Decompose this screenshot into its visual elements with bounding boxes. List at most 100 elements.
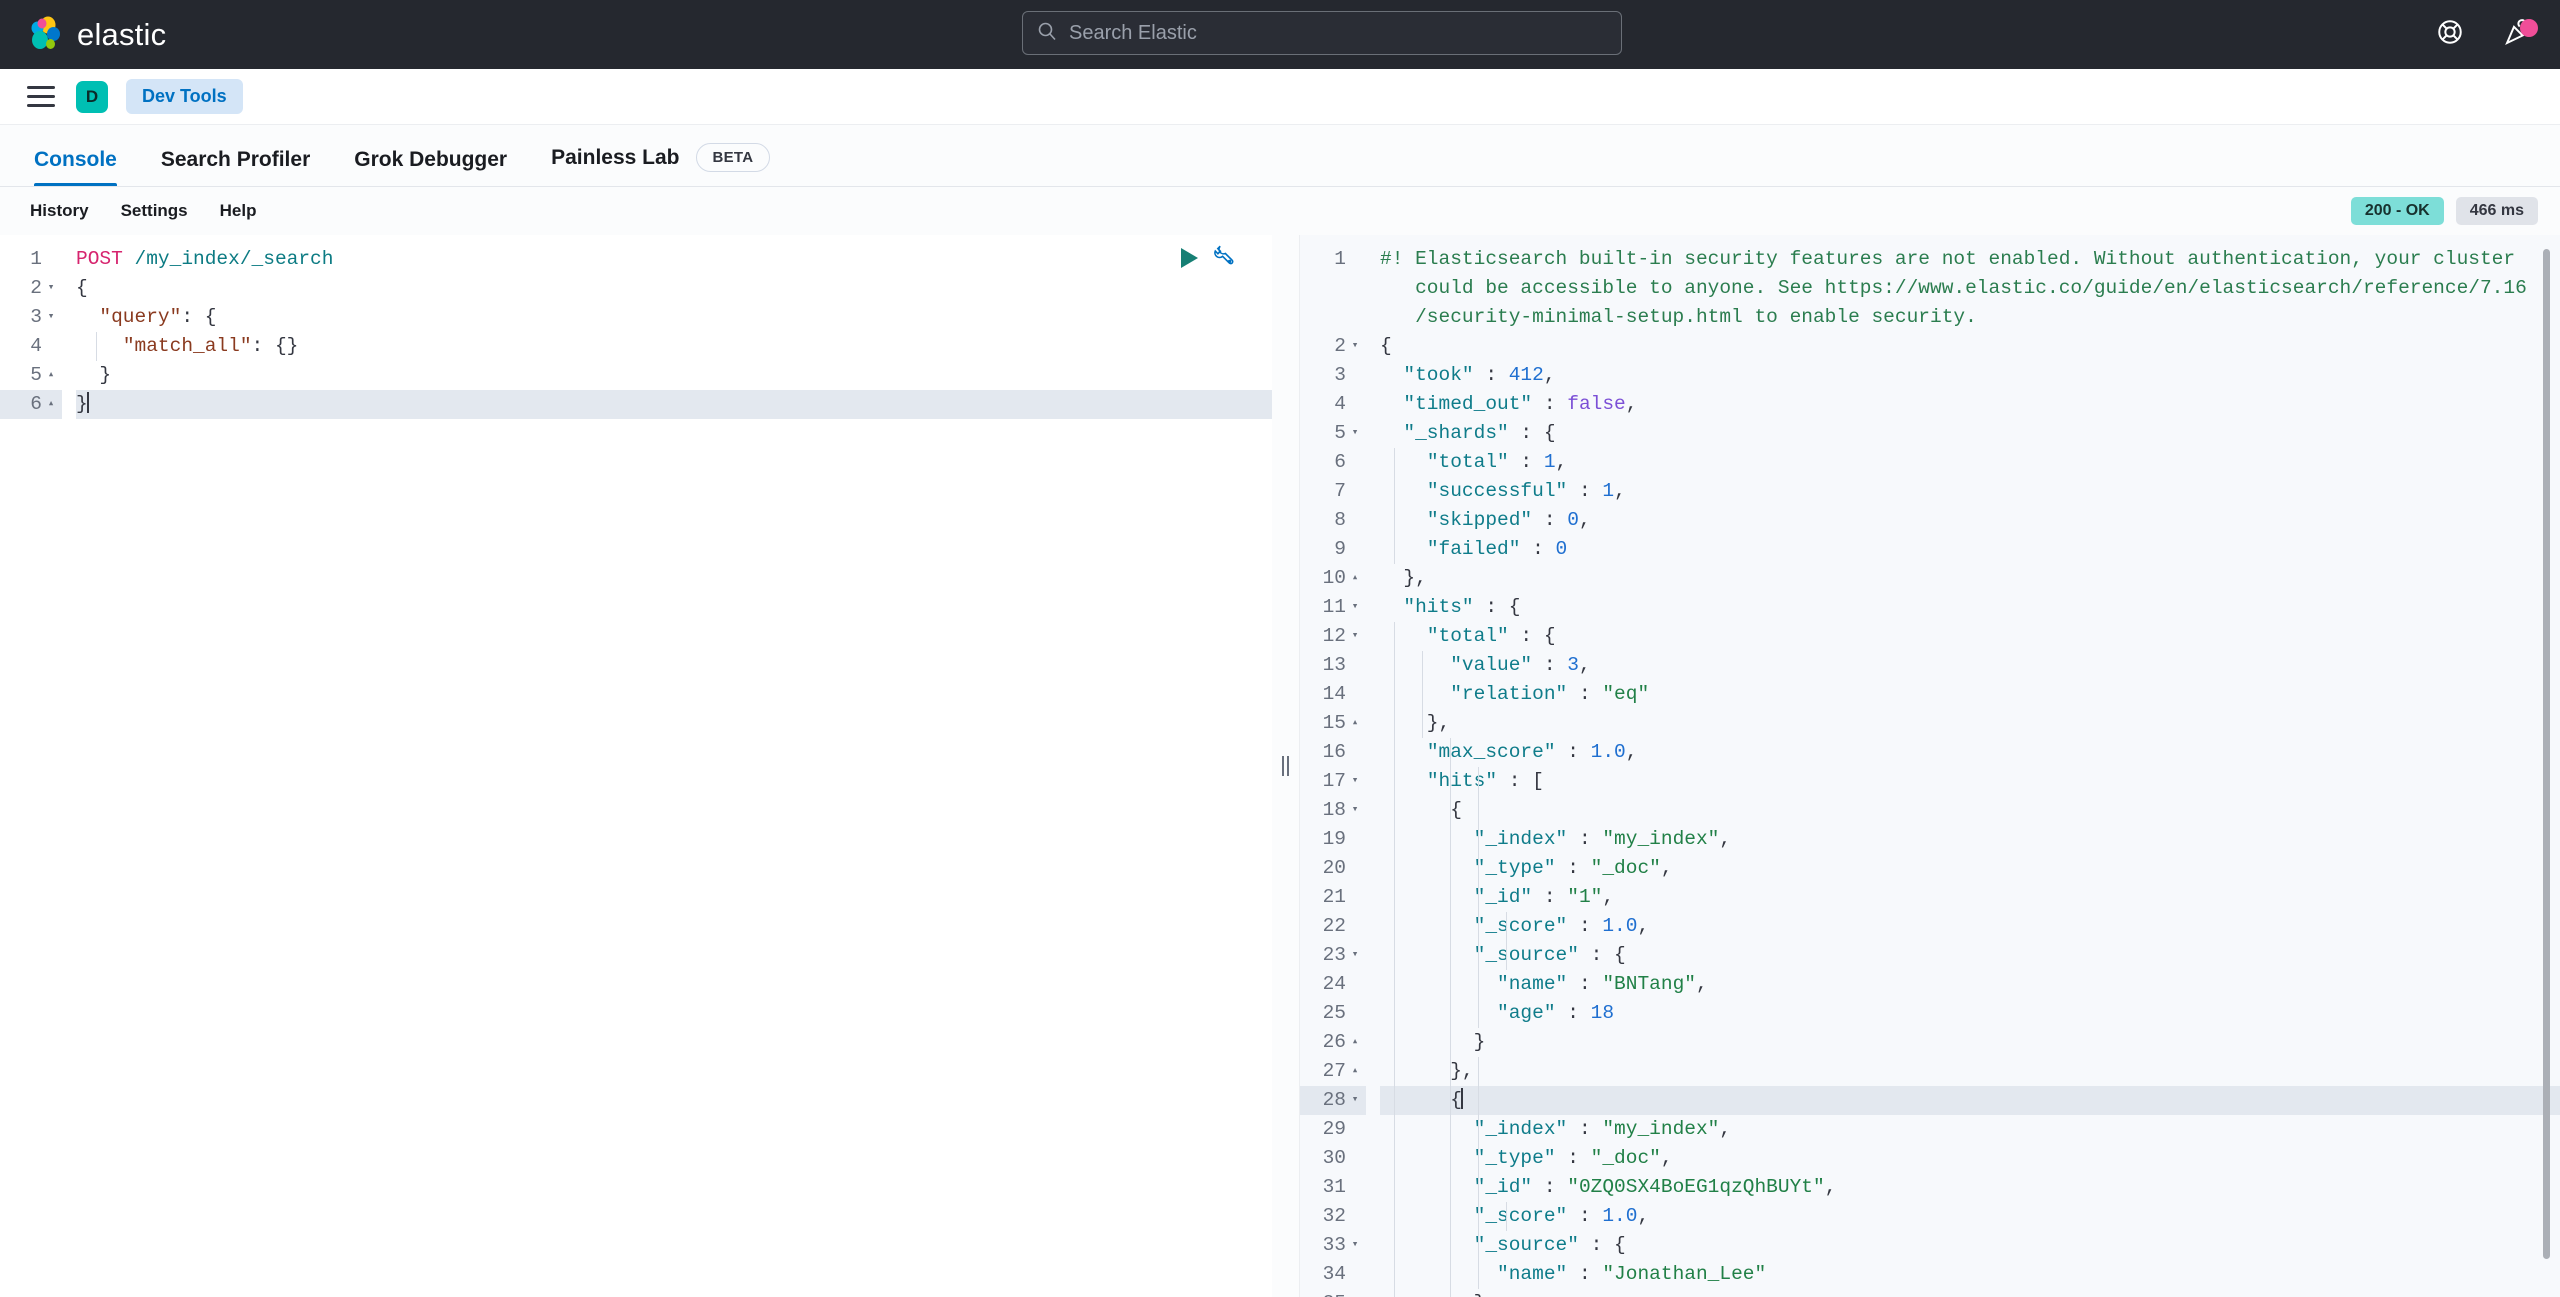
fold-toggle-icon[interactable]: ▴ xyxy=(1348,1028,1362,1057)
code-line[interactable]: } xyxy=(1380,1028,2560,1057)
code-line[interactable]: "_score" : 1.0, xyxy=(1380,912,2560,941)
code-line[interactable]: "name" : "BNTang", xyxy=(1380,970,2560,999)
code-line[interactable]: "relation" : "eq" xyxy=(1380,680,2560,709)
play-run-icon[interactable] xyxy=(1181,247,1198,268)
tab-search-profiler[interactable]: Search Profiler xyxy=(139,148,332,186)
code-line[interactable]: "timed_out" : false, xyxy=(1380,390,2560,419)
code-line[interactable]: "_score" : 1.0, xyxy=(1380,1202,2560,1231)
code-line[interactable]: "total" : 1, xyxy=(1380,448,2560,477)
fold-toggle-icon[interactable]: ▾ xyxy=(44,303,58,332)
fold-toggle-icon[interactable] xyxy=(1348,390,1362,419)
fold-toggle-icon[interactable] xyxy=(1348,1115,1362,1144)
code-line[interactable]: "_index" : "my_index", xyxy=(1380,825,2560,854)
response-code[interactable]: #! Elasticsearch built-in security featu… xyxy=(1366,235,2560,1297)
fold-toggle-icon[interactable]: ▾ xyxy=(1348,419,1362,448)
code-line[interactable]: "failed" : 0 xyxy=(1380,535,2560,564)
code-line[interactable]: "hits" : [ xyxy=(1380,767,2560,796)
space-avatar[interactable]: D xyxy=(76,80,108,113)
code-line[interactable]: } xyxy=(76,361,1272,390)
fold-toggle-icon[interactable]: ▾ xyxy=(1348,796,1362,825)
fold-toggle-icon[interactable]: ▾ xyxy=(1348,593,1362,622)
fold-toggle-icon[interactable] xyxy=(1348,680,1362,709)
code-line[interactable]: "query": { xyxy=(76,303,1272,332)
fold-toggle-icon[interactable] xyxy=(1348,1144,1362,1173)
code-line[interactable]: { xyxy=(76,274,1272,303)
code-line[interactable]: "total" : { xyxy=(1380,622,2560,651)
fold-toggle-icon[interactable] xyxy=(1348,361,1362,390)
fold-toggle-icon[interactable] xyxy=(1348,883,1362,912)
fold-toggle-icon[interactable]: ▴ xyxy=(44,390,58,419)
fold-toggle-icon[interactable] xyxy=(44,245,58,274)
fold-toggle-icon[interactable]: ▴ xyxy=(1348,709,1362,738)
code-line[interactable]: "_id" : "1", xyxy=(1380,883,2560,912)
global-search-box[interactable] xyxy=(1022,11,1622,55)
pane-resize-handle[interactable] xyxy=(1272,235,1300,1297)
help-button-console[interactable]: Help xyxy=(204,201,273,221)
code-line[interactable]: { xyxy=(1380,1086,2560,1115)
fold-toggle-icon[interactable] xyxy=(1348,970,1362,999)
code-line[interactable]: "_id" : "0ZQ0SX4BoEG1qzQhBUYt", xyxy=(1380,1173,2560,1202)
code-line[interactable]: "_index" : "my_index", xyxy=(1380,1115,2560,1144)
fold-toggle-icon[interactable] xyxy=(1348,738,1362,767)
response-scrollbar[interactable] xyxy=(2543,249,2550,1259)
code-line[interactable]: { xyxy=(1380,796,2560,825)
code-line[interactable]: "_type" : "_doc", xyxy=(1380,1144,2560,1173)
code-line[interactable]: }, xyxy=(1380,1057,2560,1086)
search-input[interactable] xyxy=(1069,21,1607,45)
code-line[interactable]: "value" : 3, xyxy=(1380,651,2560,680)
fold-toggle-icon[interactable] xyxy=(1348,825,1362,854)
code-line[interactable]: } xyxy=(76,390,1272,419)
fold-toggle-icon[interactable] xyxy=(1348,535,1362,564)
tab-console[interactable]: Console xyxy=(12,148,139,186)
response-editor[interactable]: 1 2 ▾ 3 4 5 ▾ 6 7 8 9 10 ▴ 11 ▾ 12 ▾ 13 14 15 ▴ 16 17 ▾ 18 ▾ 19 20… xyxy=(1300,235,2560,1297)
wrench-settings-icon[interactable] xyxy=(1212,243,1236,272)
code-line[interactable]: "name" : "Jonathan_Lee" xyxy=(1380,1260,2560,1289)
fold-toggle-icon[interactable]: ▴ xyxy=(1348,1289,1362,1297)
fold-toggle-icon[interactable] xyxy=(1348,651,1362,680)
whats-new-button[interactable] xyxy=(2496,13,2540,57)
code-line[interactable]: } xyxy=(1380,1289,2560,1297)
code-line[interactable]: "_source" : { xyxy=(1380,1231,2560,1260)
code-line[interactable]: "skipped" : 0, xyxy=(1380,506,2560,535)
request-code[interactable]: POST /my_index/_search{ "query": { "matc… xyxy=(62,235,1272,1297)
code-line[interactable]: "_shards" : { xyxy=(1380,419,2560,448)
fold-toggle-icon[interactable]: ▴ xyxy=(44,361,58,390)
fold-toggle-icon[interactable]: ▾ xyxy=(44,274,58,303)
tab-painless-lab[interactable]: Painless Lab BETA xyxy=(529,143,792,186)
code-line[interactable]: "successful" : 1, xyxy=(1380,477,2560,506)
fold-toggle-icon[interactable] xyxy=(1348,506,1362,535)
fold-toggle-icon[interactable] xyxy=(1348,448,1362,477)
fold-toggle-icon[interactable] xyxy=(1348,1260,1362,1289)
history-button[interactable]: History xyxy=(14,201,105,221)
code-line[interactable]: }, xyxy=(1380,564,2560,593)
settings-button[interactable]: Settings xyxy=(105,201,204,221)
code-line[interactable]: "took" : 412, xyxy=(1380,361,2560,390)
fold-toggle-icon[interactable] xyxy=(1348,912,1362,941)
fold-toggle-icon[interactable]: ▾ xyxy=(1348,941,1362,970)
tab-grok-debugger[interactable]: Grok Debugger xyxy=(332,148,529,186)
code-line[interactable]: "match_all": {} xyxy=(76,332,1272,361)
fold-toggle-icon[interactable] xyxy=(1348,854,1362,883)
fold-toggle-icon[interactable] xyxy=(44,332,58,361)
fold-toggle-icon[interactable]: ▾ xyxy=(1348,1086,1362,1115)
fold-toggle-icon[interactable]: ▾ xyxy=(1348,622,1362,651)
elastic-brand[interactable]: elastic xyxy=(26,16,166,54)
request-editor[interactable]: 1 2 ▾ 3 ▾ 4 5 ▴ 6 ▴ POST /my_index/_search{ "quer… xyxy=(0,235,1272,1297)
code-line[interactable]: { xyxy=(1380,332,2560,361)
fold-toggle-icon[interactable] xyxy=(1348,999,1362,1028)
fold-toggle-icon[interactable]: ▴ xyxy=(1348,1057,1362,1086)
help-button[interactable] xyxy=(2428,13,2472,57)
fold-toggle-icon[interactable]: ▾ xyxy=(1348,332,1362,361)
fold-toggle-icon[interactable]: ▾ xyxy=(1348,767,1362,796)
breadcrumb-dev-tools[interactable]: Dev Tools xyxy=(126,79,243,114)
code-line[interactable]: "age" : 18 xyxy=(1380,999,2560,1028)
fold-toggle-icon[interactable] xyxy=(1348,477,1362,506)
code-line[interactable]: "_type" : "_doc", xyxy=(1380,854,2560,883)
response-editor-pane[interactable]: ✕ 1 2▾345▾678910▴11▾12▾131415▴1617▾18▾19… xyxy=(1300,235,2560,1297)
code-line[interactable]: POST /my_index/_search xyxy=(76,245,1272,274)
code-line[interactable]: "max_score" : 1.0, xyxy=(1380,738,2560,767)
fold-toggle-icon[interactable]: ▾ xyxy=(1348,1231,1362,1260)
code-line[interactable]: "hits" : { xyxy=(1380,593,2560,622)
hamburger-menu-icon[interactable] xyxy=(24,80,58,114)
request-editor-pane[interactable]: 1 2 ▾ 3 ▾ 4 5 ▴ 6 ▴ POST /my_index/_search{ "quer… xyxy=(0,235,1272,1297)
